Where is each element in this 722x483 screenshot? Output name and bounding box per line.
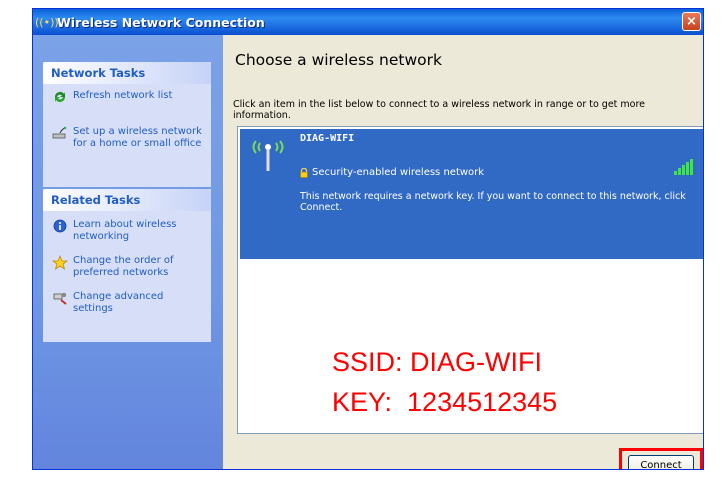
wireless-antenna-icon bbox=[252, 140, 284, 171]
title-bar[interactable]: ((•)) Wireless Network Connection × bbox=[33, 9, 703, 35]
connect-highlight-box bbox=[619, 448, 703, 469]
task-label: Refresh network list bbox=[73, 90, 173, 101]
info-icon bbox=[51, 219, 69, 235]
task-label: Change the order of preferred networks bbox=[73, 255, 174, 278]
related-tasks-panel: Related Tasks Learn about wireless netwo… bbox=[43, 189, 211, 342]
settings-icon bbox=[51, 291, 69, 307]
page-title: Choose a wireless network bbox=[235, 51, 442, 69]
task-learn-about-wireless[interactable]: Learn about wireless networking bbox=[43, 211, 211, 245]
signal-strength-icon bbox=[674, 159, 693, 175]
lock-icon bbox=[300, 167, 308, 178]
task-setup-wireless-network[interactable]: Set up a wireless network for a home or … bbox=[43, 108, 211, 152]
close-button[interactable]: × bbox=[682, 12, 701, 31]
ssid-overlay-text: SSID: DIAG-WIFI bbox=[332, 347, 543, 377]
network-tasks-title: Network Tasks bbox=[43, 62, 211, 84]
wireless-network-window: ((•)) Wireless Network Connection × Netw… bbox=[32, 8, 704, 470]
task-pane: Network Tasks Refresh network list Set u… bbox=[33, 35, 223, 469]
setup-wizard-icon bbox=[51, 126, 69, 142]
network-list-item[interactable]: DIAG-WIFI Security-enabled wireless netw… bbox=[240, 129, 703, 259]
wireless-icon: ((•)) bbox=[35, 15, 59, 29]
task-change-network-order[interactable]: Change the order of preferred networks bbox=[43, 245, 211, 281]
network-security: Security-enabled wireless network bbox=[300, 167, 484, 178]
key-overlay-text: KEY: 1234512345 bbox=[332, 387, 558, 417]
task-label: Set up a wireless network for a home or … bbox=[73, 126, 202, 149]
task-label: Learn about wireless networking bbox=[73, 219, 177, 242]
window-title: Wireless Network Connection bbox=[57, 14, 265, 30]
network-tasks-panel: Network Tasks Refresh network list Set u… bbox=[43, 62, 211, 187]
task-change-advanced-settings[interactable]: Change advanced settings bbox=[43, 281, 211, 317]
main-pane: Choose a wireless network Click an item … bbox=[223, 35, 703, 469]
star-icon bbox=[51, 254, 69, 272]
refresh-icon bbox=[51, 90, 69, 106]
task-refresh-network-list[interactable]: Refresh network list bbox=[43, 84, 211, 108]
network-list[interactable]: DIAG-WIFI Security-enabled wireless netw… bbox=[237, 126, 703, 434]
security-label: Security-enabled wireless network bbox=[312, 167, 485, 178]
task-label: Change advanced settings bbox=[73, 291, 164, 314]
related-tasks-title: Related Tasks bbox=[43, 189, 211, 211]
network-ssid: DIAG-WIFI bbox=[300, 133, 355, 144]
instructions-text: Click an item in the list below to conne… bbox=[233, 99, 646, 121]
network-description: This network requires a network key. If … bbox=[300, 191, 686, 213]
